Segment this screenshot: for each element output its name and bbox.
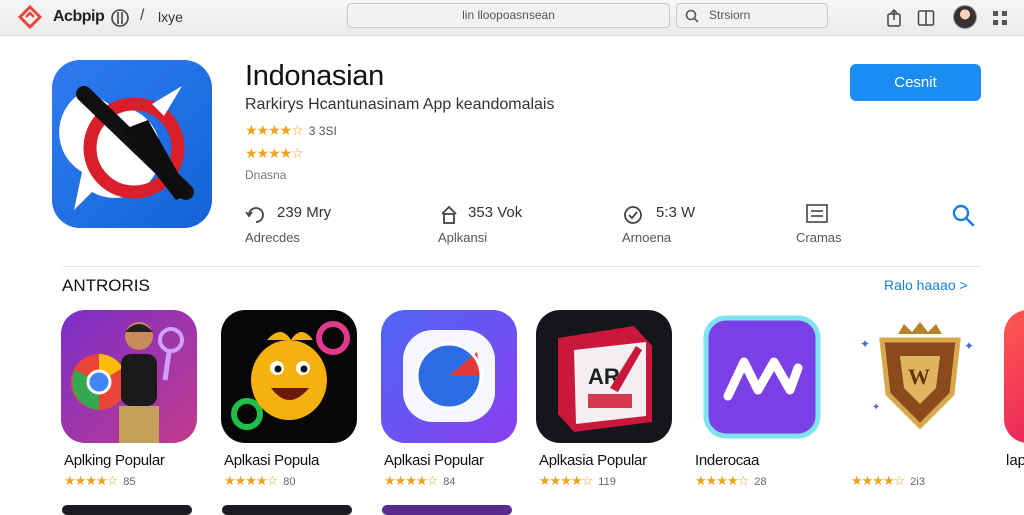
app-card[interactable]: Inderocaa ★★★★☆ 28 <box>692 310 832 510</box>
get-button[interactable]: Cesnit <box>850 64 981 101</box>
see-all-link[interactable]: Ralo haaao > <box>884 277 968 293</box>
top-bar: Acbpip / lxye lin lloopoasnsean Strsiorn <box>0 0 1024 36</box>
rating-count: 84 <box>443 476 456 488</box>
app-name: Aplkasi Popula <box>224 452 320 469</box>
app-logo-icon[interactable] <box>18 5 42 29</box>
stat-value: 353 Vok <box>468 204 523 221</box>
document-icon <box>806 204 828 223</box>
section-title: ANTRORIS <box>62 276 150 295</box>
stat-downloads: 239 Mry Adrecdes <box>245 200 375 250</box>
app-name: Aplkasi Popular <box>384 452 484 469</box>
character-icon <box>71 322 184 443</box>
app-tile[interactable] <box>692 310 828 443</box>
rating-count: 28 <box>754 476 767 488</box>
search-text: Strsiorn <box>709 8 751 22</box>
app-card[interactable]: W ✦ ✦ ✦ ★★★★☆ 2i3 <box>848 310 988 510</box>
app-tile-partial[interactable] <box>1004 310 1024 443</box>
rating-count: 2i3 <box>910 476 925 488</box>
wave-logo-icon <box>703 315 821 439</box>
app-name: Aplkasia Popular <box>539 452 647 469</box>
game-box-icon: AR <box>558 326 652 432</box>
search-input[interactable]: Strsiorn <box>676 3 828 28</box>
developer-name[interactable]: Dnasna <box>245 168 286 182</box>
divider <box>62 266 982 267</box>
share-icon[interactable] <box>884 8 904 28</box>
search-icon[interactable] <box>951 203 975 227</box>
star-rating: ★★★★☆ <box>384 473 438 488</box>
stat-label: Cramas <box>796 230 842 245</box>
app-tile[interactable]: W ✦ ✦ ✦ <box>848 310 984 443</box>
app-name: Aplking Popular <box>64 452 165 469</box>
app-tile[interactable] <box>381 310 517 443</box>
refresh-icon <box>245 207 264 223</box>
stat-category: Cramas <box>796 200 876 250</box>
address-bar[interactable]: lin lloopoasnsean <box>347 3 670 28</box>
svg-text:✦: ✦ <box>964 339 974 353</box>
app-card[interactable]: Aplkasi Popula ★★★★☆ 80 <box>221 310 361 510</box>
app-rating: ★★★★☆ 28 <box>695 473 767 489</box>
avatar[interactable] <box>953 5 977 29</box>
check-shield-icon <box>624 206 642 224</box>
rating-count: 119 <box>598 476 616 488</box>
compass-icon <box>403 330 495 422</box>
rating-row-secondary: ★★★★☆ <box>245 145 304 162</box>
star-rating: ★★★★☆ <box>851 473 905 488</box>
app-tile[interactable]: AR <box>536 310 672 443</box>
app-tile[interactable] <box>61 310 197 443</box>
rating-count: 80 <box>283 476 296 488</box>
stat-apps: 353 Vok Aplkansi <box>438 200 558 250</box>
breadcrumb-separator: / <box>140 7 145 24</box>
app-icon <box>52 60 212 228</box>
app-title: Indonasian <box>245 60 384 92</box>
next-row-tile[interactable] <box>222 505 352 515</box>
stat-label: Adrecdes <box>245 230 300 245</box>
app-card[interactable]: Aplkasi Popular ★★★★☆ 84 <box>381 310 521 510</box>
app-rating: ★★★★☆ 2i3 <box>851 473 925 489</box>
stat-value: 5:3 W <box>656 204 696 221</box>
upload-icon <box>441 205 457 224</box>
app-rating: ★★★★☆ 80 <box>224 473 296 489</box>
svg-text:W: W <box>908 364 930 389</box>
sidebar-toggle-icon[interactable] <box>110 8 130 28</box>
star-rating: ★★★★☆ <box>64 473 118 488</box>
next-row-tile[interactable] <box>62 505 192 515</box>
breadcrumb[interactable]: lxye <box>158 9 183 25</box>
shield-crest-icon: W ✦ ✦ ✦ <box>860 322 974 430</box>
app-rating: ★★★★☆ 84 <box>384 473 456 489</box>
app-rating: ★★★★☆ 119 <box>539 473 616 489</box>
svg-text:✦: ✦ <box>872 402 880 413</box>
app-rating: ★★★★☆ 85 <box>64 473 136 489</box>
app-tile[interactable] <box>221 310 357 443</box>
rating-stars: ★★★★☆ <box>245 122 304 138</box>
brand-name: Acbpip <box>53 8 105 25</box>
svg-text:✦: ✦ <box>860 337 870 351</box>
no-sign-icon <box>59 86 194 210</box>
split-view-icon[interactable] <box>916 8 936 28</box>
rating-stars: ★★★★☆ <box>245 145 304 161</box>
grid-menu-icon[interactable] <box>990 8 1010 28</box>
stat-age: 5:3 W Arnoena <box>622 200 732 250</box>
rating-count: 85 <box>123 476 136 488</box>
star-rating: ★★★★☆ <box>224 473 278 488</box>
star-rating: ★★★★☆ <box>695 473 749 488</box>
rating-value: 3 3SI <box>308 124 337 138</box>
stat-value: 239 Mry <box>277 204 332 221</box>
next-row-tile[interactable] <box>382 505 512 515</box>
rating-row-primary: ★★★★☆ 3 3SI <box>245 122 337 139</box>
app-card[interactable]: AR Aplkasia Popular ★★★★☆ 119 <box>536 310 676 510</box>
stat-label: Aplkansi <box>438 230 488 245</box>
app-name: Inderocaa <box>695 452 760 469</box>
star-rating: ★★★★☆ <box>539 473 593 488</box>
app-name-partial: lap <box>1006 452 1024 469</box>
stat-label: Arnoena <box>622 230 672 245</box>
smiley-character-icon <box>231 321 350 430</box>
app-card[interactable]: Aplking Popular ★★★★☆ 85 <box>61 310 201 510</box>
app-subtitle: Rarkirys Hcantunasinam App keandomalais <box>245 96 555 113</box>
search-icon <box>685 9 699 23</box>
